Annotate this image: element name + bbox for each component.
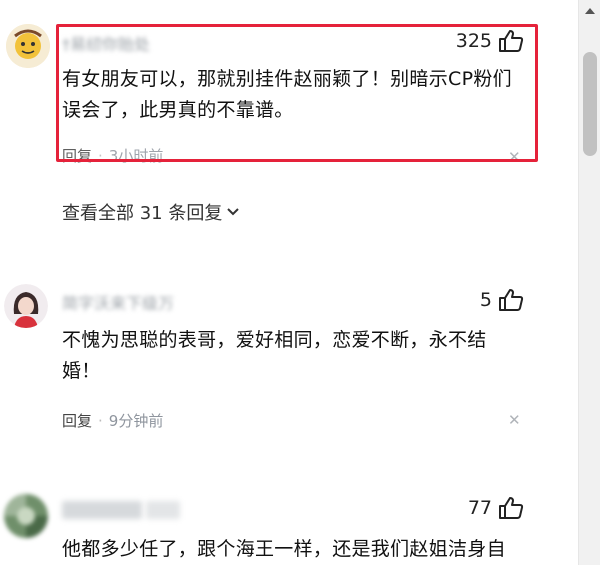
reply-button[interactable]: 回复 [62,412,92,430]
comment-list: †易纫你贻处 325 有女朋友可以，那就别挂件赵丽颖了！别暗示CP粉们 误会了，… [0,0,600,565]
comment-text-line: 婚！ [62,360,101,382]
avatar[interactable] [4,494,48,538]
comment-text: 他都多少任了，跟个海王一样，还是我们赵姐洁身自 [62,534,532,565]
avatar-image [6,24,50,68]
highlight-box [56,24,538,162]
separator-dot: · [98,412,103,430]
comment-username[interactable] [62,501,142,519]
avatar[interactable] [6,24,50,68]
reply-row: 回复 · 9分钟前 [62,410,163,431]
avatar-image [4,494,48,538]
comment-time: 9分钟前 [108,412,164,430]
comment-text-line: 不愧为思聪的表哥，爱好相同，恋爱不断，永不结 [62,329,487,351]
avatar-image [4,284,48,328]
chevron-down-icon [227,208,240,216]
comment-username[interactable]: 简字沃来下级万 [62,290,202,310]
like-count: 77 [467,497,492,519]
view-all-replies-label: 查看全部 31 条回复 [62,203,223,224]
close-icon[interactable]: ✕ [508,411,521,429]
like-count: 5 [479,289,492,311]
comment-text: 不愧为思聪的表哥，爱好相同，恋爱不断，永不结 婚！ [62,325,532,387]
comment-username-extra [146,501,180,519]
vertical-scrollbar[interactable] [578,0,600,565]
scroll-up-arrow-icon[interactable] [585,8,595,14]
comment-text-line: 他都多少任了，跟个海王一样，还是我们赵姐洁身自 [62,538,506,560]
avatar[interactable] [4,284,48,328]
view-all-replies-link[interactable]: 查看全部 31 条回复 [62,199,240,225]
scroll-thumb[interactable] [583,52,597,156]
thumb-up-icon[interactable] [498,496,524,520]
thumb-up-icon[interactable] [498,288,524,312]
